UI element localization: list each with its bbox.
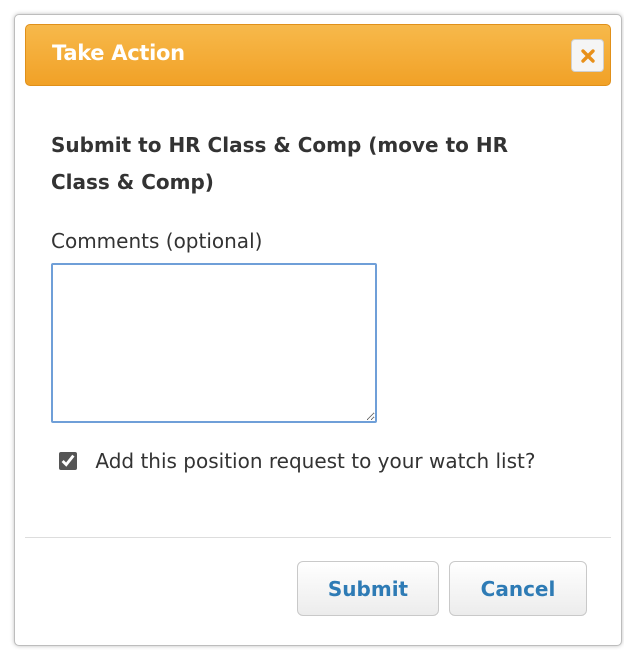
close-button[interactable] (571, 39, 604, 72)
dialog-titlebar: Take Action (25, 24, 611, 86)
footer-divider (25, 537, 611, 538)
comments-textarea[interactable] (51, 263, 377, 423)
comments-label: Comments (optional) (51, 229, 263, 253)
submit-button[interactable]: Submit (297, 561, 439, 616)
cancel-button[interactable]: Cancel (449, 561, 587, 616)
watch-list-checkbox[interactable] (59, 451, 77, 470)
close-x-icon (580, 48, 595, 63)
watch-list-label: Add this position request to your watch … (95, 449, 536, 473)
take-action-dialog: Take Action Submit to HR Class & Comp (m… (14, 14, 622, 646)
dialog-title: Take Action (52, 41, 185, 65)
watch-list-row: Add this position request to your watch … (51, 443, 571, 480)
action-heading: Submit to HR Class & Comp (move to HR Cl… (51, 133, 508, 194)
